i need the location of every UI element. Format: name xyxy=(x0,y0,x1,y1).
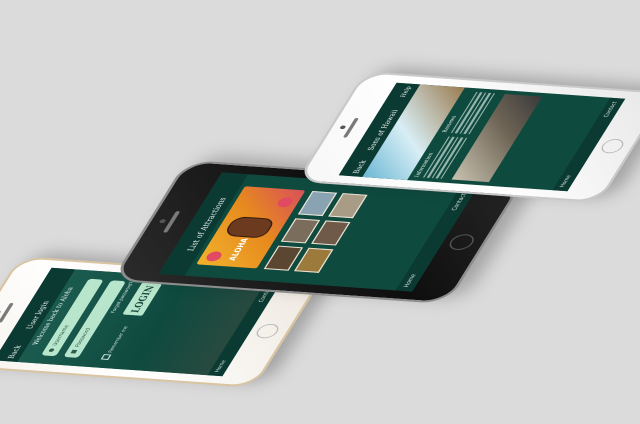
tab-home[interactable]: Home xyxy=(559,175,573,187)
info-screen: Back Sons of Hawaii Help Information Rev… xyxy=(338,82,626,192)
tab-home[interactable]: Home xyxy=(214,360,228,372)
front-camera xyxy=(339,125,347,130)
flower-graphic xyxy=(204,250,224,262)
checkbox-icon xyxy=(100,354,112,360)
user-icon: ● xyxy=(46,348,57,353)
poster-text: ALOHA xyxy=(227,237,252,262)
username-placeholder: Username xyxy=(51,324,71,346)
remember-label: Remember me xyxy=(105,325,129,353)
phone-info: Back Sons of Hawaii Help Information Rev… xyxy=(295,71,640,203)
speaker-grille xyxy=(342,117,359,138)
front-camera xyxy=(158,219,167,224)
mockup-scene: Back User login Welcome back to Aloha ● … xyxy=(0,0,640,424)
speaker-grille xyxy=(162,210,181,233)
speaker-grille xyxy=(0,302,14,323)
remember-me-checkbox[interactable]: Remember me xyxy=(100,325,129,360)
help-button[interactable]: Help xyxy=(399,86,413,97)
home-button[interactable] xyxy=(445,233,478,251)
tab-contact[interactable]: Contact xyxy=(451,193,469,211)
lock-icon: ■ xyxy=(69,349,80,355)
home-button[interactable] xyxy=(598,138,627,154)
tab-contact[interactable]: Contact xyxy=(603,102,619,118)
tab-home[interactable]: Home xyxy=(403,274,418,287)
ukulele-graphic xyxy=(222,216,277,239)
flower-graphic xyxy=(275,196,296,208)
home-button[interactable] xyxy=(253,323,282,339)
front-camera xyxy=(0,310,2,315)
